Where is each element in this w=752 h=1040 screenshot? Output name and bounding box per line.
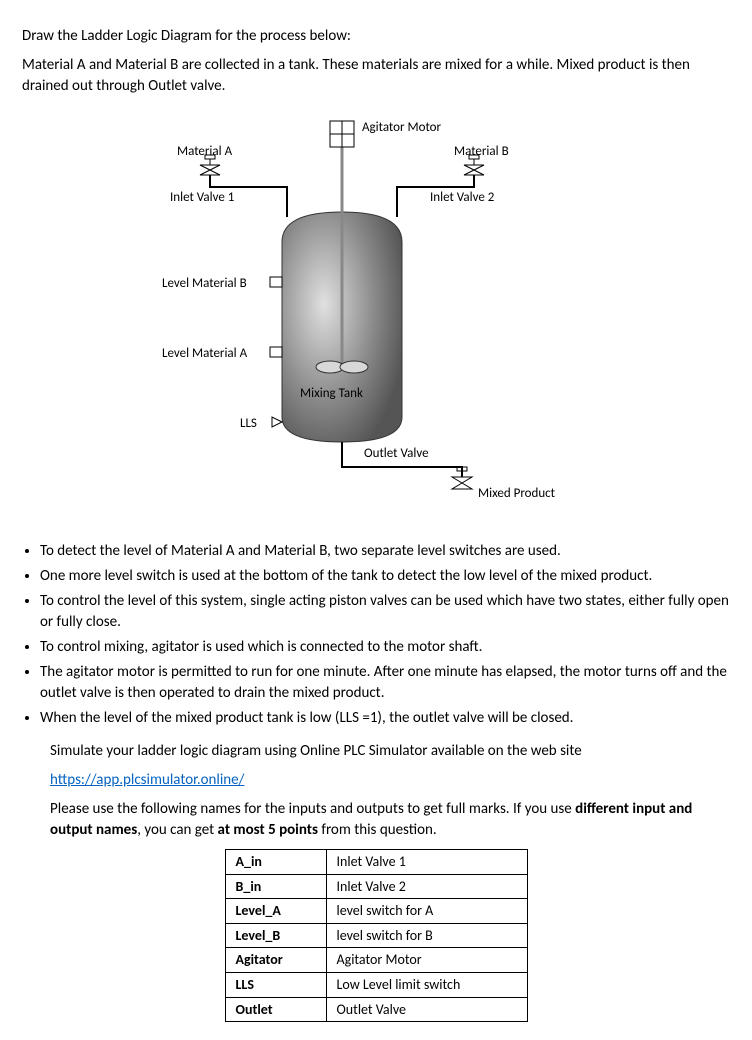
table-row: A_inInlet Valve 1 [225,850,527,875]
table-row: B_inInlet Valve 2 [225,874,527,899]
label-material-a: Material A [177,143,232,161]
table-row: AgitatorAgitator Motor [225,948,527,973]
list-item: One more level switch is used at the bot… [40,566,730,587]
mixing-tank-diagram: Agitator Motor Material A Material B Inl… [82,117,602,521]
naming-instructions: Please use the following names for the i… [50,799,730,841]
label-level-b: Level Material B [162,275,247,293]
simulate-text: Simulate your ladder logic diagram using… [50,741,730,762]
io-table: A_inInlet Valve 1 B_inInlet Valve 2 Leve… [225,849,528,1022]
simulator-link[interactable]: https://app.plcsimulator.online/ [50,771,244,789]
label-inlet-valve-1: Inlet Valve 1 [170,189,234,207]
bullet-list: To detect the level of Material A and Ma… [40,541,730,729]
list-item: To detect the level of Material A and Ma… [40,541,730,562]
label-level-a: Level Material A [162,345,247,363]
list-item: The agitator motor is permitted to run f… [40,662,730,704]
label-lls: LLS [240,415,257,433]
table-row: Level_Blevel switch for B [225,923,527,948]
table-row: OutletOutlet Valve [225,997,527,1022]
table-row: Level_Alevel switch for A [225,899,527,924]
list-item: To control the level of this system, sin… [40,591,730,633]
label-inlet-valve-2: Inlet Valve 2 [430,189,494,207]
table-row: LLSLow Level limit switch [225,972,527,997]
diagram-svg [82,117,602,521]
list-item: To control mixing, agitator is used whic… [40,637,730,658]
question-title: Draw the Ladder Logic Diagram for the pr… [22,26,730,47]
list-item: When the level of the mixed product tank… [40,708,730,729]
label-agitator: Agitator Motor [362,119,441,137]
intro-text: Material A and Material B are collected … [22,55,730,97]
label-material-b: Material B [454,143,509,161]
label-mixing-tank: Mixing Tank [300,385,363,403]
label-outlet-valve: Outlet Valve [364,445,429,463]
label-mixed-product: Mixed Product [478,485,555,503]
